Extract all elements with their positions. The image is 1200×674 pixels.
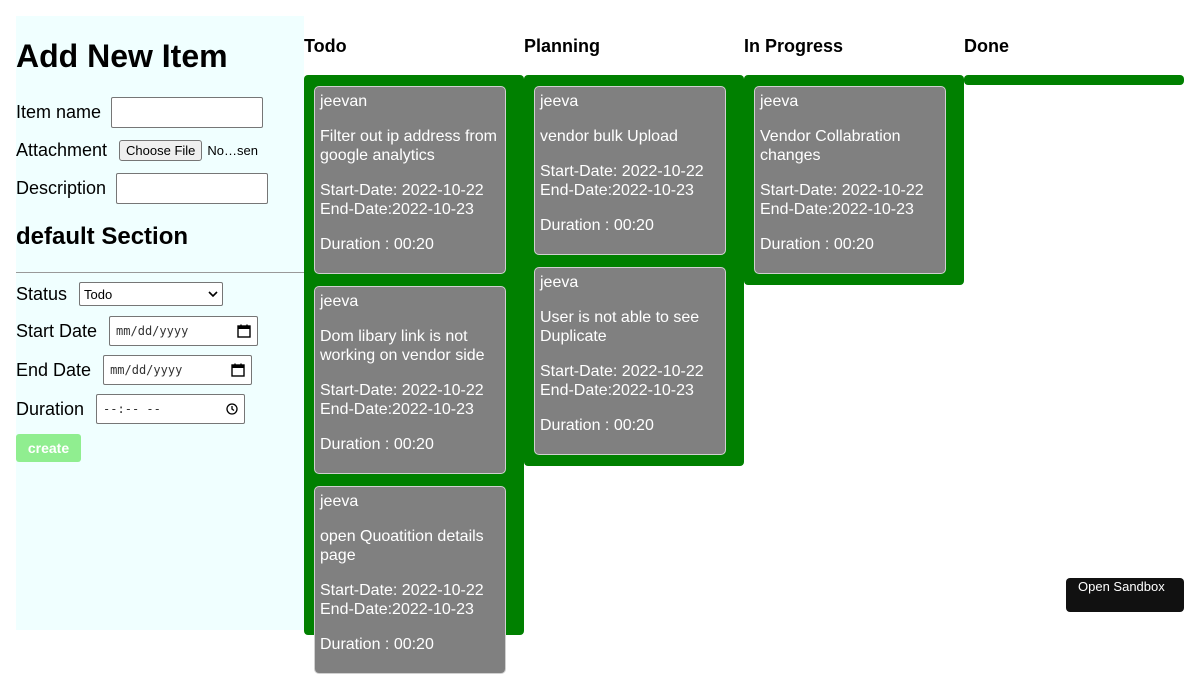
card-assignee: jeeva [320,293,359,310]
card-duration: Duration : 00:20 [540,217,654,234]
card-start-date: Start-Date: 2022-10-22 [320,382,484,399]
card-start-date: Start-Date: 2022-10-22 [320,182,484,199]
column-planning[interactable]: jeeva vendor bulk Upload Start-Date: 202… [524,75,744,466]
card-end-date: End-Date:2022-10-23 [320,201,474,218]
status-row: Status Todo [16,278,224,310]
start-date-label: Start Date [16,320,98,341]
column-todo[interactable]: jeevan Filter out ip address from google… [304,75,524,674]
card-assignee: jeeva [760,93,799,110]
card-end-date: End-Date:2022-10-23 [320,601,474,618]
file-status: No…sen [207,142,258,158]
start-date-input[interactable]: mm/dd/yyyy [109,316,259,346]
section-title: default Section [16,223,189,250]
card-assignee: jeeva [320,493,359,510]
card-duration: Duration : 00:20 [320,236,434,253]
card-end-date: End-Date:2022-10-23 [540,182,694,199]
section-divider [16,272,304,273]
form-title: Add New Item [16,38,228,74]
choose-file-button[interactable]: Choose File [119,139,203,161]
column-in-progress[interactable]: jeeva Vendor Collabration changes Start-… [744,75,964,285]
card-assignee: jeeva [540,93,579,110]
task-card[interactable]: jeeva Vendor Collabration changes Start-… [754,86,946,274]
card-end-date: End-Date:2022-10-23 [540,382,694,399]
card-duration: Duration : 00:20 [320,436,434,453]
column-title-planning: Planning [524,36,600,56]
status-select[interactable]: Todo [79,282,224,306]
add-item-panel: Add New Item Item name Attachment Choose… [16,16,304,630]
duration-label: Duration [16,398,85,419]
end-date-row: End Date mm/dd/yyyy [16,354,253,386]
card-title: Vendor Collabration changes [760,128,901,164]
description-input[interactable] [116,172,269,204]
column-title-done: Done [964,36,1009,56]
card-duration: Duration : 00:20 [540,417,654,434]
card-title: User is not able to see Duplicate [540,309,700,345]
column-title-in-progress: In Progress [744,36,844,56]
start-date-row: Start Date mm/dd/yyyy [16,315,259,347]
attachment-label: Attachment [16,139,108,160]
card-duration: Duration : 00:20 [760,236,874,253]
card-end-date: End-Date:2022-10-23 [760,201,914,218]
column-title-todo: Todo [304,36,347,56]
card-start-date: Start-Date: 2022-10-22 [760,182,924,199]
task-card[interactable]: jeevan Filter out ip address from google… [314,86,506,274]
card-start-date: Start-Date: 2022-10-22 [540,163,704,180]
card-start-date: Start-Date: 2022-10-22 [320,582,484,599]
duration-input[interactable]: --:-- -- [96,394,246,424]
card-title: vendor bulk Upload [540,128,678,145]
card-assignee: jeevan [320,93,368,110]
calendar-icon[interactable] [231,363,245,377]
item-name-label: Item name [16,101,102,122]
end-date-input[interactable]: mm/dd/yyyy [103,355,253,385]
attachment-row: Attachment Choose File No…sen [16,134,258,166]
description-row: Description [16,172,269,204]
chevron-down-icon [208,290,218,297]
item-name-input[interactable] [111,96,264,128]
card-duration: Duration : 00:20 [320,636,434,653]
card-end-date: End-Date:2022-10-23 [320,401,474,418]
card-title: Dom libary link is not working on vendor… [320,328,485,364]
card-start-date: Start-Date: 2022-10-22 [540,363,704,380]
calendar-icon[interactable] [237,324,251,338]
clock-icon[interactable] [226,403,238,415]
duration-row: Duration --:-- -- [16,393,246,425]
card-title: open Quoatition details page [320,528,484,564]
open-sandbox-button[interactable]: Open Sandbox [1066,578,1184,612]
column-done[interactable] [964,75,1184,85]
end-date-label: End Date [16,359,92,380]
task-card[interactable]: jeeva vendor bulk Upload Start-Date: 202… [534,86,726,255]
item-name-row: Item name [16,96,264,128]
card-title: Filter out ip address from google analyt… [320,128,497,164]
status-value: Todo [84,286,113,302]
create-button[interactable]: create [16,434,81,462]
end-date-placeholder: mm/dd/yyyy [110,363,183,377]
description-label: Description [16,177,107,198]
start-date-placeholder: mm/dd/yyyy [116,324,189,338]
task-card[interactable]: jeeva User is not able to see Duplicate … [534,267,726,455]
duration-placeholder: --:-- -- [103,402,161,416]
card-assignee: jeeva [540,274,579,291]
task-card[interactable]: jeeva open Quoatition details page Start… [314,486,506,674]
task-card[interactable]: jeeva Dom libary link is not working on … [314,286,506,474]
status-label: Status [16,283,68,304]
